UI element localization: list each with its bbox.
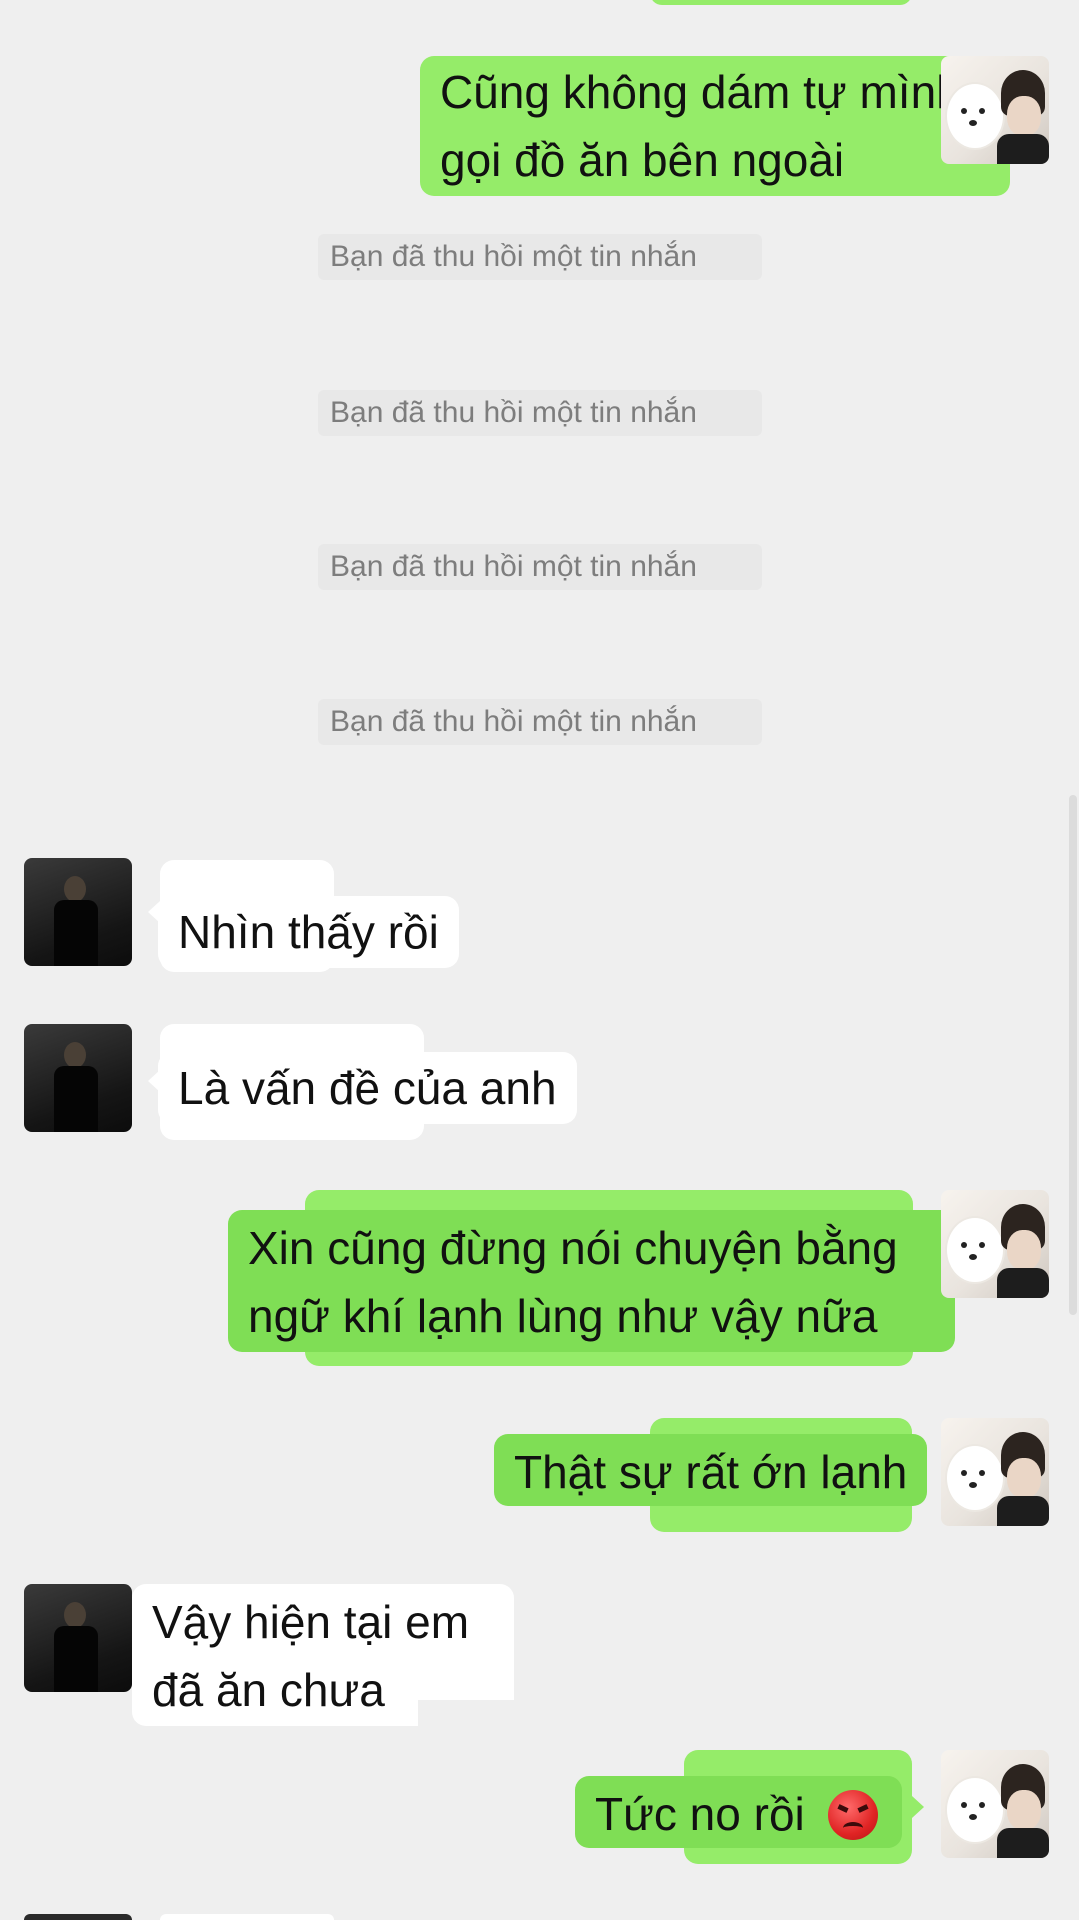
self-avatar[interactable] [941, 1750, 1049, 1858]
bubble-tail [912, 1796, 924, 1818]
incoming-message-text[interactable]: Là vấn đề của anh [158, 1052, 577, 1124]
bubble-corner-cutout [418, 1700, 518, 1730]
recall-notice: Bạn đã thu hồi một tin nhắn [318, 544, 762, 590]
message-line: Vậy hiện tại em [152, 1596, 470, 1648]
message-line: gọi đồ ăn bên ngoài [440, 134, 845, 186]
outgoing-message-text[interactable]: Xin cũng đừng nói chuyện bằng ngữ khí lạ… [228, 1210, 955, 1352]
self-avatar[interactable] [941, 56, 1049, 164]
recall-notice: Bạn đã thu hồi một tin nhắn [318, 699, 762, 745]
scrollbar-thumb[interactable] [1069, 795, 1077, 1315]
angry-face-icon [827, 1789, 878, 1840]
self-avatar[interactable] [941, 1418, 1049, 1526]
outgoing-message-text[interactable]: Thật sự rất ớn lạnh [494, 1434, 928, 1506]
message-line: Cũng không dám tự mình [440, 66, 962, 118]
contact-avatar[interactable] [24, 858, 132, 966]
previous-message-bubble-edge[interactable] [650, 0, 912, 5]
next-contact-avatar-edge[interactable] [24, 1914, 132, 1920]
outgoing-message-text[interactable]: Tức no rồi [575, 1776, 902, 1848]
recall-notice: Bạn đã thu hồi một tin nhắn [318, 234, 762, 280]
outgoing-message-bubble[interactable]: Cũng không dám tự mình gọi đồ ăn bên ngo… [420, 56, 1010, 196]
self-avatar[interactable] [941, 1190, 1049, 1298]
incoming-message-text[interactable]: Nhìn thấy rồi [158, 896, 459, 968]
next-message-bubble-edge[interactable] [160, 1914, 334, 1920]
recall-notice: Bạn đã thu hồi một tin nhắn [318, 390, 762, 436]
contact-avatar[interactable] [24, 1584, 132, 1692]
message-line: ngữ khí lạnh lùng như vậy nữa [248, 1290, 878, 1342]
contact-avatar[interactable] [24, 1024, 132, 1132]
message-text: Tức no rồi [595, 1788, 805, 1840]
message-line: Xin cũng đừng nói chuyện bằng [248, 1222, 898, 1274]
